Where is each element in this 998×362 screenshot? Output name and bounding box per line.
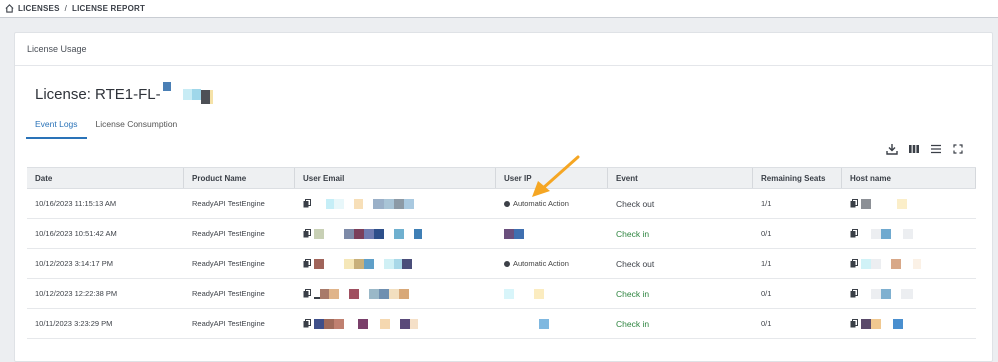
redacted-email <box>314 228 422 239</box>
breadcrumb-separator: / <box>64 4 68 13</box>
product-cell: ReadyAPI TestEngine <box>192 199 265 208</box>
host-name-cell <box>842 309 976 338</box>
user-ip-cell <box>496 309 608 338</box>
column-header-event[interactable]: Event <box>608 168 753 188</box>
copy-icon[interactable] <box>303 199 311 208</box>
redacted-email <box>314 198 414 209</box>
table-row[interactable]: 10/12/2023 3:14:17 PM ReadyAPI TestEngin… <box>27 249 976 279</box>
redacted-email <box>314 288 409 299</box>
redacted-email <box>314 318 418 329</box>
user-ip-cell: Automatic Action <box>496 249 608 278</box>
event-cell: Check in <box>616 318 650 329</box>
event-cell: Check out <box>616 258 655 269</box>
remaining-seats-cell: 0/1 <box>761 289 772 298</box>
redacted-email <box>314 258 412 269</box>
copy-icon[interactable] <box>303 319 311 328</box>
redacted-host <box>861 198 907 209</box>
redacted-host <box>861 258 921 269</box>
copy-icon[interactable] <box>303 259 311 268</box>
product-cell: ReadyAPI TestEngine <box>192 289 265 298</box>
date-cell: 10/16/2023 10:51:42 AM <box>35 229 117 238</box>
table-row[interactable]: 10/12/2023 12:22:38 PM ReadyAPI TestEngi… <box>27 279 976 309</box>
redacted-host <box>861 318 903 329</box>
user-email-cell <box>295 189 496 218</box>
column-header-product-name[interactable]: Product Name <box>184 168 295 188</box>
remaining-seats-cell: 0/1 <box>761 319 772 328</box>
event-cell: Check in <box>616 288 650 299</box>
table-row[interactable]: 10/11/2023 3:23:29 PM ReadyAPI TestEngin… <box>27 309 976 339</box>
info-icon <box>504 200 510 207</box>
breadcrumb: LICENSES / LICENSE REPORT <box>0 0 998 18</box>
table-row[interactable]: 10/16/2023 11:15:13 AM ReadyAPI TestEngi… <box>27 189 976 219</box>
date-cell: 10/12/2023 12:22:38 PM <box>35 289 118 298</box>
table-row[interactable]: 10/16/2023 10:51:42 AM ReadyAPI TestEngi… <box>27 219 976 249</box>
columns-icon[interactable] <box>908 143 920 155</box>
license-usage-panel: License Usage License: RTE1-FL- Event Lo… <box>14 32 993 362</box>
redacted-ip <box>504 288 544 299</box>
user-email-cell <box>295 219 496 248</box>
column-header-user-email[interactable]: User Email <box>295 168 496 188</box>
product-cell: ReadyAPI TestEngine <box>192 259 265 268</box>
redacted-ip <box>504 318 549 329</box>
event-log-table: Date Product Name User Email User IP Eve… <box>27 167 976 339</box>
home-icon[interactable] <box>5 4 14 13</box>
product-cell: ReadyAPI TestEngine <box>192 319 265 328</box>
user-email-cell <box>295 309 496 338</box>
copy-icon[interactable] <box>850 199 858 208</box>
breadcrumb-current: LICENSE REPORT <box>72 4 146 13</box>
automatic-action: Automatic Action <box>504 259 569 268</box>
remaining-seats-cell: 0/1 <box>761 229 772 238</box>
fullscreen-icon[interactable] <box>952 143 964 155</box>
redacted-host <box>861 228 913 239</box>
copy-icon[interactable] <box>850 259 858 268</box>
date-cell: 10/11/2023 3:23:29 PM <box>35 319 113 328</box>
table-header: Date Product Name User Email User IP Eve… <box>27 167 976 189</box>
license-label: License: RTE1-FL- <box>35 86 161 103</box>
user-ip-value: Automatic Action <box>513 199 569 208</box>
host-name-cell <box>842 279 976 308</box>
panel-header: License Usage <box>15 33 992 66</box>
table-toolbar <box>886 143 964 155</box>
redacted-ip <box>504 228 524 239</box>
copy-icon[interactable] <box>850 229 858 238</box>
tab-license-consumption[interactable]: License Consumption <box>87 114 187 139</box>
user-ip-value: Automatic Action <box>513 259 569 268</box>
info-icon <box>504 260 510 267</box>
download-icon[interactable] <box>886 143 898 155</box>
tab-bar: Event Logs License Consumption <box>26 114 186 139</box>
copy-icon[interactable] <box>850 289 858 298</box>
product-cell: ReadyAPI TestEngine <box>192 229 265 238</box>
user-ip-cell <box>496 219 608 248</box>
annotation-arrow-icon <box>532 155 580 197</box>
remaining-seats-cell: 1/1 <box>761 259 772 268</box>
event-cell: Check in <box>616 228 650 239</box>
density-icon[interactable] <box>930 143 942 155</box>
copy-icon[interactable] <box>303 229 311 238</box>
event-cell: Check out <box>616 198 655 209</box>
host-name-cell <box>842 219 976 248</box>
license-title: License: RTE1-FL- <box>35 82 213 104</box>
automatic-action: Automatic Action <box>504 199 569 208</box>
host-name-cell <box>842 189 976 218</box>
panel-title: License Usage <box>27 44 87 54</box>
user-email-cell <box>295 279 496 308</box>
breadcrumb-licenses-link[interactable]: LICENSES <box>18 4 60 13</box>
user-email-cell <box>295 249 496 278</box>
host-name-cell <box>842 249 976 278</box>
column-header-date[interactable]: Date <box>27 168 184 188</box>
date-cell: 10/16/2023 11:15:13 AM <box>35 199 117 208</box>
redacted-host <box>861 288 913 299</box>
copy-icon[interactable] <box>303 289 311 298</box>
user-ip-cell <box>496 279 608 308</box>
column-header-host-name[interactable]: Host name <box>842 168 976 188</box>
copy-icon[interactable] <box>850 319 858 328</box>
date-cell: 10/12/2023 3:14:17 PM <box>35 259 113 268</box>
remaining-seats-cell: 1/1 <box>761 199 772 208</box>
tab-event-logs[interactable]: Event Logs <box>26 114 87 139</box>
redacted-license-id <box>162 82 213 104</box>
column-header-remaining-seats[interactable]: Remaining Seats <box>753 168 842 188</box>
